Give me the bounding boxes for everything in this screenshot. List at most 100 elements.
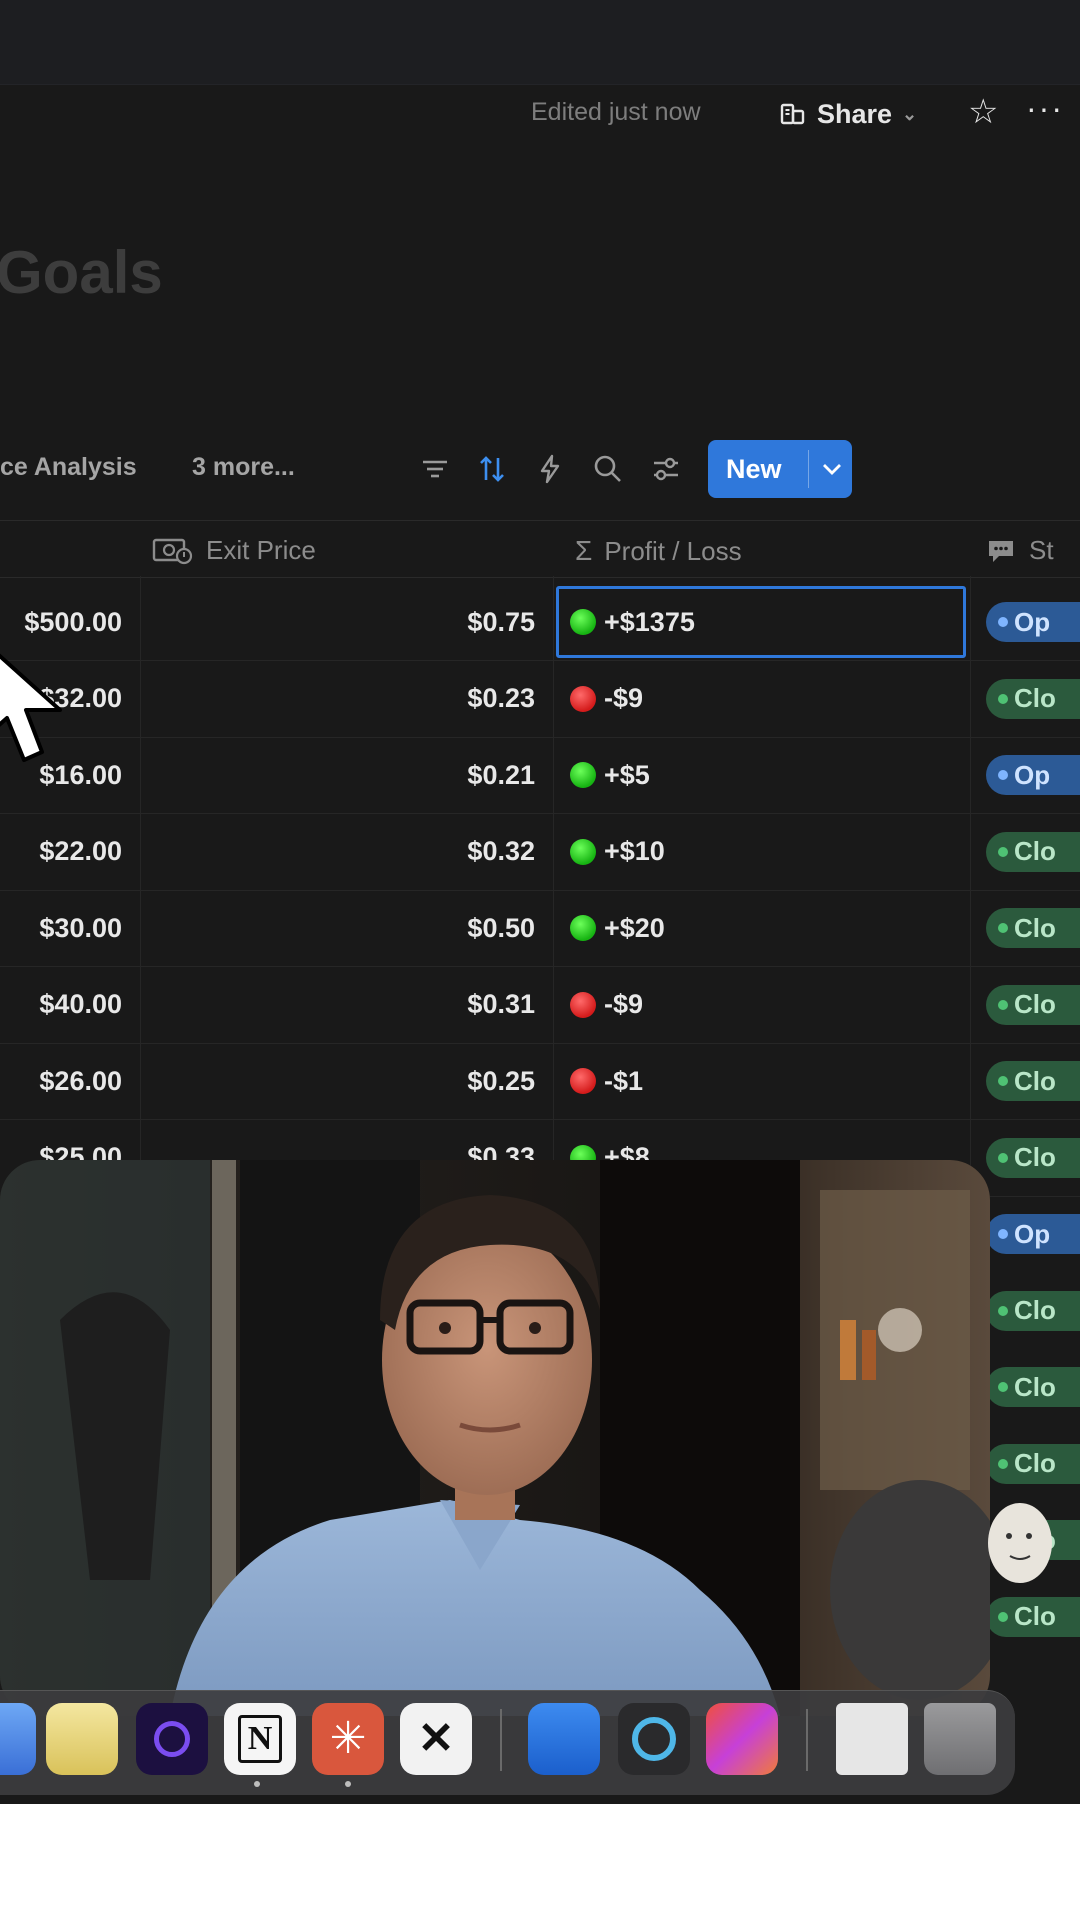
automation-icon[interactable]: [533, 452, 567, 486]
status-label: St: [1029, 535, 1054, 565]
status-text: Op: [1014, 759, 1051, 790]
column-header-exit-price[interactable]: Exit Price: [152, 535, 316, 566]
exit-price-cell[interactable]: $0.31: [0, 967, 535, 1043]
table-row[interactable]: $16.00 $0.21 +$5 Op: [0, 737, 1080, 814]
trash-icon[interactable]: [924, 1703, 996, 1775]
status-text: Clo: [1014, 1295, 1056, 1325]
creative-cloud-icon[interactable]: [706, 1703, 778, 1775]
status-tag[interactable]: Clo: [986, 1443, 1080, 1484]
status-tag[interactable]: Op: [986, 1214, 1080, 1254]
exit-price-cell[interactable]: $0.75: [0, 584, 535, 660]
dock-separator: [500, 1709, 502, 1771]
status-tag[interactable]: Clo: [986, 1367, 1080, 1407]
table-row[interactable]: $22.00 $0.32 +$10 Clo: [0, 814, 1080, 891]
column-header-status[interactable]: St: [985, 535, 1054, 566]
table-row[interactable]: $32.00 $0.23 -$9 Clo: [0, 661, 1080, 738]
status-text: Clo: [1014, 836, 1056, 866]
status-tag[interactable]: Clo: [986, 1061, 1080, 1101]
profit-loss-value: -$1: [604, 1065, 644, 1096]
table-row[interactable]: $26.00 $0.25 -$1 Clo: [0, 1043, 1080, 1120]
status-text: Clo: [1014, 912, 1056, 943]
profit-loss-value: +$5: [604, 759, 650, 790]
status-dot-icon: [998, 999, 1008, 1010]
arc-browser-icon[interactable]: [136, 1703, 208, 1775]
red-circle-icon: [570, 991, 596, 1018]
more-views-button[interactable]: 3 more...: [192, 453, 295, 482]
status-dot-icon: [998, 1382, 1008, 1392]
status-tag[interactable]: Clo: [986, 984, 1080, 1025]
status-text: Clo: [1014, 1601, 1056, 1631]
table-row[interactable]: $30.00 $0.50 +$20 Clo: [0, 890, 1080, 967]
search-icon[interactable]: [591, 452, 625, 486]
profit-loss-cell[interactable]: +$5: [556, 737, 966, 813]
capcut-icon[interactable]: ✕: [400, 1703, 472, 1775]
filter-icon[interactable]: [418, 452, 452, 486]
status-text: Op: [1014, 606, 1051, 637]
column-header-profit-loss[interactable]: Σ Profit / Loss: [575, 535, 742, 567]
status-tag[interactable]: Clo: [986, 678, 1080, 719]
profit-loss-value: -$9: [604, 683, 644, 713]
view-tab-analysis[interactable]: ce Analysis: [0, 453, 137, 482]
notion-logo-letter: N: [238, 1715, 282, 1763]
new-button-divider: [808, 450, 809, 488]
sort-icon[interactable]: [475, 452, 509, 486]
status-tag[interactable]: Clo: [986, 908, 1080, 948]
chevron-down-icon: ⌄: [902, 103, 918, 124]
exit-price-cell[interactable]: $0.23: [0, 661, 535, 737]
profit-loss-label: Profit / Loss: [604, 535, 742, 566]
status-dot-icon: [998, 1152, 1008, 1163]
status-text: Clo: [1014, 683, 1056, 713]
profit-loss-cell[interactable]: -$9: [556, 661, 966, 737]
word-icon[interactable]: [528, 1703, 600, 1775]
exit-price-cell[interactable]: $0.21: [0, 737, 535, 813]
green-circle-icon: [570, 762, 596, 788]
folder-icon[interactable]: [836, 1703, 908, 1775]
status-tag[interactable]: Op: [986, 602, 1080, 642]
status-tag[interactable]: Clo: [986, 1137, 1080, 1178]
more-options-button[interactable]: ···: [1026, 88, 1064, 128]
settings-icon[interactable]: [649, 452, 683, 486]
edited-status: Edited just now: [531, 98, 701, 126]
status-dot-icon: [998, 617, 1008, 627]
profit-loss-cell[interactable]: -$9: [556, 967, 966, 1043]
new-button[interactable]: New: [708, 440, 852, 498]
share-icon: [780, 103, 805, 125]
macos-dock: N ✳ ✕: [0, 1690, 1015, 1795]
exit-price-cell[interactable]: $0.25: [0, 1043, 535, 1119]
status-tag[interactable]: Clo: [986, 831, 1080, 872]
profit-loss-cell[interactable]: +$10: [556, 814, 966, 890]
profit-loss-value: -$9: [604, 989, 644, 1019]
webcam-overlay: [0, 1160, 990, 1716]
chevron-down-icon[interactable]: [820, 452, 844, 486]
finder-icon[interactable]: [0, 1703, 36, 1775]
share-button[interactable]: Share ⌄: [765, 86, 940, 142]
notion-icon[interactable]: N: [224, 1703, 296, 1775]
exit-price-cell[interactable]: $0.50: [0, 890, 535, 966]
status-text: Clo: [1014, 1448, 1056, 1478]
running-indicator: [254, 1781, 260, 1787]
quicktime-icon[interactable]: [618, 1703, 690, 1775]
status-dot-icon: [998, 1458, 1008, 1469]
profit-loss-cell[interactable]: -$1: [556, 1043, 966, 1119]
money-icon: [152, 538, 193, 564]
status-dot-icon: [998, 693, 1008, 704]
exit-price-cell[interactable]: $0.32: [0, 814, 535, 890]
green-circle-icon: [570, 915, 596, 941]
status-tag[interactable]: Op: [986, 755, 1080, 795]
status-tag[interactable]: Clo: [986, 1290, 1080, 1331]
claude-icon[interactable]: ✳: [312, 1703, 384, 1775]
mouse-cursor-icon: [0, 653, 62, 762]
status-text: Clo: [1014, 1142, 1056, 1172]
status-text: Op: [1014, 1218, 1051, 1249]
status-tag[interactable]: Clo: [986, 1596, 1080, 1637]
comment-icon: [989, 540, 1013, 562]
red-circle-icon: [570, 1068, 596, 1094]
status-dot-icon: [998, 846, 1008, 857]
status-dot-icon: [998, 923, 1008, 933]
status-dot-icon: [998, 1229, 1008, 1239]
notes-icon[interactable]: [46, 1703, 118, 1775]
profit-loss-cell[interactable]: +$20: [556, 890, 966, 966]
new-label: New: [726, 453, 782, 484]
table-row[interactable]: $40.00 $0.31 -$9 Clo: [0, 967, 1080, 1044]
star-icon[interactable]: ☆: [968, 92, 998, 132]
